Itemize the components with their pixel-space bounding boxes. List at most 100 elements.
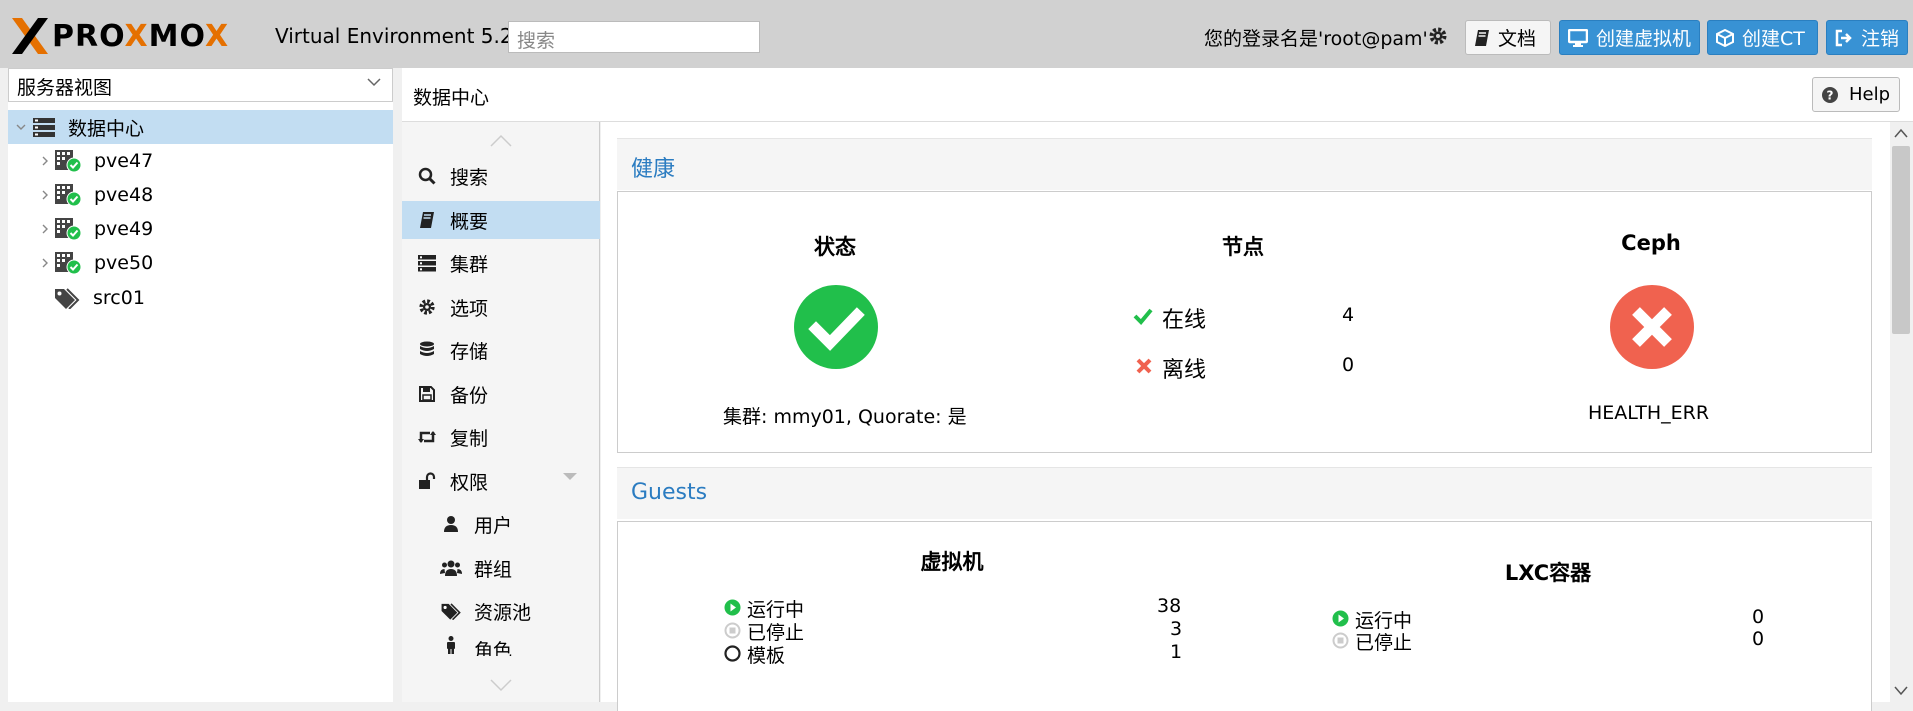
cube-icon	[1716, 28, 1734, 47]
scroll-down-arrow-icon[interactable]	[1894, 686, 1908, 696]
svg-text:?: ?	[1827, 88, 1834, 102]
create-vm-button[interactable]: 创建虚拟机	[1559, 20, 1700, 55]
help-button[interactable]: ? Help	[1812, 77, 1900, 112]
user-icon	[440, 515, 462, 533]
book-icon	[416, 211, 438, 229]
nav-item-label: 搜索	[450, 166, 489, 189]
nav-item[interactable]: 存储	[402, 331, 600, 369]
version-label: Virtual Environment 5.2-1	[275, 24, 533, 48]
scroll-up-icon[interactable]	[489, 134, 513, 148]
proxmox-logo: PROXMOX	[10, 18, 229, 54]
lxc-heading: LXC容器	[1504, 561, 1592, 585]
vm-template-count: 1	[1170, 641, 1183, 663]
tree-item-datacenter[interactable]: 数据中心	[8, 110, 393, 144]
database-icon	[416, 341, 438, 359]
nav-item-label: 用户	[474, 514, 513, 537]
chevron-down-icon[interactable]	[366, 74, 382, 90]
nav-item[interactable]: 复制	[402, 418, 600, 456]
nav-item-label: 选项	[450, 297, 489, 320]
lxc-running-count: 0	[1752, 606, 1765, 628]
vm-template-label: 模板	[747, 645, 786, 667]
gear-icon[interactable]	[1428, 26, 1448, 46]
check-circle-icon	[794, 285, 878, 369]
nav-item[interactable]: 集群	[402, 244, 600, 282]
guests-panel-title: Guests	[631, 480, 708, 505]
nav-subitem[interactable]: 群组	[402, 549, 600, 587]
panel-splitter[interactable]	[393, 68, 402, 702]
vm-stopped-count: 3	[1170, 618, 1183, 640]
tree-item-label: pve49	[94, 218, 154, 240]
play-circle-icon	[1332, 610, 1349, 627]
nav-subitem[interactable]: 资源池	[402, 592, 600, 630]
expand-permissions-icon[interactable]	[562, 472, 578, 482]
create-ct-button[interactable]: 创建CT	[1707, 20, 1818, 55]
left-margin	[0, 68, 8, 702]
nav-item-label: 角色	[474, 640, 513, 656]
server-icon	[33, 118, 55, 137]
circle-outline-icon	[724, 645, 741, 662]
scroll-up-arrow-icon[interactable]	[1894, 128, 1908, 138]
view-selector[interactable]: 服务器视图	[8, 68, 393, 102]
nav-item-label: 权限	[450, 471, 489, 494]
node-online-icon	[55, 184, 82, 207]
stop-circle-icon	[724, 622, 741, 639]
nav-item-label: 群组	[474, 558, 513, 581]
content-header	[402, 68, 1913, 122]
health-panel-title: 健康	[631, 157, 676, 182]
tree-item-node[interactable]: pve48	[8, 178, 393, 212]
play-circle-icon	[724, 599, 741, 616]
tree-item-storage[interactable]: src01	[8, 281, 393, 315]
server-icon	[416, 254, 438, 272]
book-icon	[1475, 29, 1489, 46]
nav-item[interactable]: 备份	[402, 375, 600, 413]
node-online-icon	[55, 150, 82, 173]
search-input[interactable]: 搜索	[508, 21, 760, 53]
docs-button[interactable]: 文档	[1465, 20, 1551, 55]
stop-circle-icon	[1332, 632, 1349, 649]
question-circle-icon: ?	[1822, 86, 1838, 103]
login-info: 您的登录名是'root@pam'	[1204, 28, 1428, 50]
scrollbar-thumb[interactable]	[1892, 146, 1910, 334]
search-icon	[416, 167, 438, 185]
male-icon	[440, 636, 462, 654]
expand-arrow-icon[interactable]	[38, 222, 52, 236]
health-panel-header	[617, 138, 1872, 190]
times-icon	[1136, 358, 1152, 374]
ceph-heading: Ceph	[1621, 231, 1681, 255]
scroll-down-icon[interactable]	[489, 678, 513, 692]
proxmox-x-icon	[12, 18, 48, 54]
nav-subitem[interactable]: 用户	[402, 505, 600, 543]
unlock-icon	[416, 472, 438, 490]
offline-label: 离线	[1162, 358, 1207, 383]
tree-item-node[interactable]: pve50	[8, 246, 393, 280]
nav-item-label: 复制	[450, 427, 489, 450]
nav-subitem[interactable]: 角色	[402, 636, 600, 656]
tags-icon	[55, 288, 80, 309]
expand-arrow-icon[interactable]	[38, 154, 52, 168]
check-icon	[1133, 308, 1153, 325]
nav-item[interactable]: 概要	[402, 201, 600, 239]
nav-item[interactable]: 搜索	[402, 157, 600, 195]
nav-item-label: 概要	[450, 210, 489, 233]
nav-item[interactable]: 选项	[402, 288, 600, 326]
ceph-status-text: HEALTH_ERR	[1588, 402, 1710, 424]
online-count: 4	[1342, 304, 1355, 326]
tree-item-node[interactable]: pve47	[8, 144, 393, 178]
tree-item-label: pve48	[94, 184, 154, 206]
expand-arrow-icon[interactable]	[38, 256, 52, 270]
nav-item-label: 集群	[450, 253, 489, 276]
lxc-stopped-label: 已停止	[1355, 632, 1413, 654]
logout-button[interactable]: 注销	[1826, 20, 1908, 55]
guests-panel-header	[617, 467, 1872, 519]
tree-item-node[interactable]: pve49	[8, 212, 393, 246]
vm-heading: 虚拟机	[920, 550, 984, 574]
cluster-status-text: 集群: mmy01, Quorate: 是	[723, 406, 967, 428]
expand-arrow-icon[interactable]	[38, 188, 52, 202]
tree-item-label: pve47	[94, 150, 154, 172]
guests-panel-body	[617, 521, 1872, 711]
nav-item-label: 存储	[450, 340, 489, 363]
times-circle-icon	[1610, 285, 1694, 369]
sign-out-icon	[1835, 29, 1852, 46]
nodes-heading: 节点	[1222, 235, 1264, 259]
collapse-arrow-icon[interactable]	[14, 120, 28, 134]
